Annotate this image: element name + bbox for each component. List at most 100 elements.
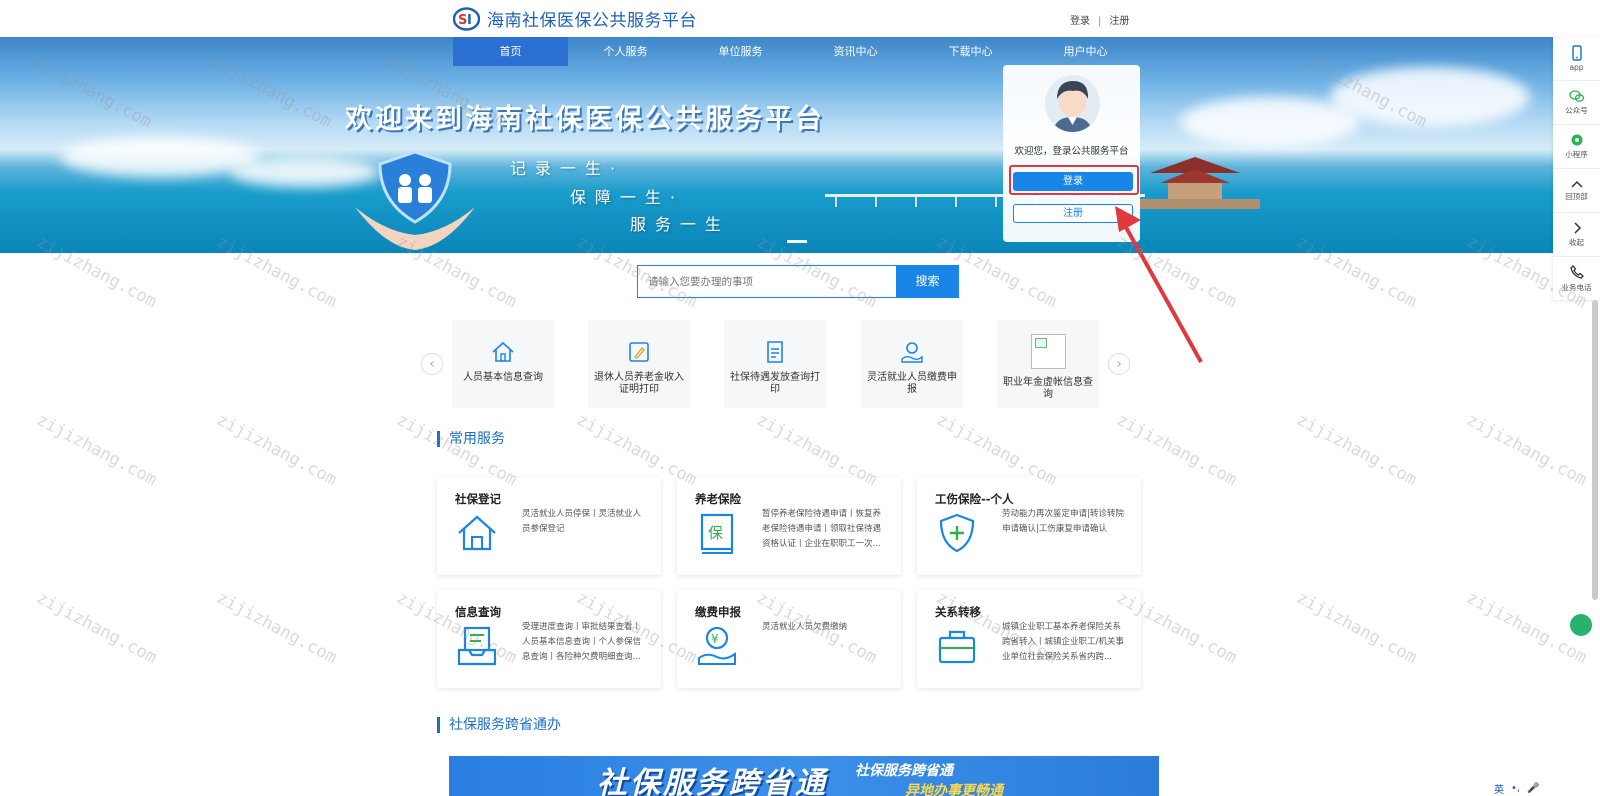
auth-links: 登录 | 注册	[1070, 12, 1129, 27]
quick-service-item[interactable]: 退休人员养老金收入证明打印	[588, 320, 690, 408]
service-card-title: 关系转移	[935, 605, 981, 619]
quick-service-label: 职业年金虚帐信息查询	[1003, 377, 1093, 400]
user-avatar	[1045, 75, 1100, 132]
service-card-title: 缴费申报	[695, 605, 741, 619]
main-nav: 首页 个人服务 单位服务 资讯中心 下载中心 用户中心	[453, 37, 1143, 66]
nav-item-user-center[interactable]: 用户中心	[1028, 37, 1143, 66]
home-icon	[492, 341, 514, 362]
banner-slogan: 保障一生·	[570, 188, 685, 207]
shield-hands-icon	[355, 150, 475, 250]
service-card[interactable]: 关系转移 城镇企业职工基本养老保险关系跨省转入丨城镇企业职工/机关事业单位社会保…	[917, 590, 1141, 688]
toolbar-miniprogram[interactable]: 小程序	[1553, 125, 1600, 169]
watermark: zijizhang.com	[213, 409, 340, 491]
toolbar-hotline[interactable]: 业务电话	[1553, 257, 1600, 301]
banner-title: 欢迎来到海南社保医保公共服务平台	[345, 104, 825, 135]
quick-service-label: 退休人员养老金收入证明打印	[594, 372, 684, 395]
banner-cloud	[1330, 67, 1530, 127]
toolbar-label: 公众号	[1565, 106, 1588, 115]
site-title: 海南社保医保公共服务平台	[487, 11, 697, 31]
header-login-link[interactable]: 登录	[1070, 16, 1090, 27]
auth-separator: |	[1098, 16, 1102, 27]
service-card[interactable]: 工伤保险--个人 劳动能力再次鉴定申请|转诊转院申请确认|工伤康复申请确认	[917, 477, 1141, 575]
side-toolbar: app 公众号 小程序 回顶部 收起 业务电话	[1553, 37, 1600, 301]
ime-punct[interactable]: •,	[1511, 783, 1520, 794]
pension-book-icon: 保	[700, 513, 734, 554]
watermark: zijizhang.com	[213, 587, 340, 669]
service-card-title: 工伤保险--个人	[935, 492, 1014, 506]
phone-call-icon	[1569, 265, 1584, 279]
nav-item-news[interactable]: 资讯中心	[798, 37, 913, 66]
carousel-prev-button[interactable]: ‹	[421, 353, 443, 375]
service-card-desc: 暂停养老保险待遇申请丨恢复养老保险待遇申请丨领取社保待遇资格认证丨企业在职职工一…	[762, 509, 882, 549]
section-title-common-services: 常用服务	[437, 431, 505, 447]
promo-small-text: 异地办事更畅通	[905, 783, 1003, 796]
svg-text:保: 保	[708, 524, 723, 542]
carousel-next-button[interactable]: ›	[1108, 353, 1130, 375]
miniprogram-icon	[1571, 134, 1582, 146]
section-title-cross-province: 社保服务跨省通办	[437, 717, 561, 733]
si-logo-icon: S I	[453, 6, 480, 31]
nav-item-home[interactable]: 首页	[453, 37, 568, 66]
service-card-desc: 受理进度查询丨审批结果查看丨人员基本信息查询丨个人参保信息查询丨各险种欠费明细查…	[522, 622, 642, 662]
quick-service-item[interactable]: 社保待遇发放查询打印	[724, 320, 826, 408]
toolbar-collapse[interactable]: 收起	[1553, 213, 1600, 257]
briefcase-icon	[938, 630, 976, 664]
toolbar-label: 小程序	[1565, 150, 1588, 159]
yuan-hand-icon: ¥	[698, 626, 736, 665]
service-card-title: 社保登记	[455, 492, 501, 506]
nav-item-unit[interactable]: 单位服务	[683, 37, 798, 66]
watermark: zijizhang.com	[1293, 587, 1420, 669]
chevron-up-icon	[1570, 180, 1583, 188]
payment-icon	[901, 342, 923, 363]
document-print-icon	[767, 341, 783, 363]
slide-indicator[interactable]	[787, 240, 807, 243]
inbox-list-icon	[457, 626, 497, 666]
top-header: S I 海南社保医保公共服务平台 登录 | 注册	[0, 0, 1600, 37]
quick-service-item[interactable]: 职业年金虚帐信息查询	[997, 320, 1099, 408]
ime-mic-icon[interactable]: 🎤	[1527, 783, 1539, 794]
toolbar-label: 业务电话	[1561, 283, 1592, 292]
service-card-desc: 城镇企业职工基本养老保险关系跨省转入丨城镇企业职工/机关事业单位社会保险关系省内…	[1002, 622, 1124, 662]
banner-slogan: 记录一生·	[510, 159, 625, 178]
toolbar-wechat[interactable]: 公众号	[1553, 81, 1600, 125]
quick-service-item[interactable]: 灵活就业人员缴费申报	[861, 320, 963, 408]
svg-text:¥: ¥	[711, 632, 719, 646]
search-button[interactable]: 搜索	[896, 265, 959, 298]
shield-plus-icon	[939, 513, 975, 553]
ime-toolbar: 英 •, 🎤	[1494, 780, 1540, 796]
banner-slogan: 服务一生	[630, 215, 731, 234]
wechat-icon	[1568, 90, 1584, 102]
nav-item-download[interactable]: 下载中心	[913, 37, 1028, 66]
search-bar: 搜索	[637, 265, 959, 298]
header-register-link[interactable]: 注册	[1109, 16, 1129, 27]
annotation-arrow-icon	[1115, 206, 1203, 363]
toolbar-app[interactable]: app	[1553, 37, 1600, 81]
svg-text:I: I	[467, 13, 472, 28]
service-card[interactable]: 社保登记 灵活就业人员停保丨灵活就业人员参保登记	[437, 477, 661, 575]
toolbar-back-to-top[interactable]: 回顶部	[1553, 169, 1600, 213]
service-card[interactable]: 缴费申报 ¥ 灵活就业人员欠费缴纳	[677, 590, 901, 688]
chevron-right-icon	[1573, 222, 1581, 234]
quick-service-label: 人员基本信息查询	[463, 372, 543, 383]
house-icon	[458, 515, 496, 551]
service-card-desc: 灵活就业人员停保丨灵活就业人员参保登记	[522, 509, 642, 534]
search-input[interactable]	[637, 265, 896, 298]
cross-province-banner[interactable]: 社保服务跨省通 社保服务跨省通 异地办事更畅通	[449, 756, 1159, 796]
quick-service-item[interactable]: 人员基本信息查询	[452, 320, 554, 408]
service-card[interactable]: 养老保险 保 暂停养老保险待遇申请丨恢复养老保险待遇申请丨领取社保待遇资格认证丨…	[677, 477, 901, 575]
service-card[interactable]: 信息查询 受理进度查询丨审批结果查看丨人员基本信息查询丨个人参保信息查询丨各险种…	[437, 590, 661, 688]
assistant-badge-icon[interactable]	[1570, 614, 1592, 636]
login-welcome-text: 欢迎您，登录公共服务平台	[1014, 146, 1129, 157]
login-button[interactable]: 登录	[1013, 172, 1133, 191]
hero-banner: 首页 个人服务 单位服务 资讯中心 下载中心 用户中心 欢迎来到海南社保医保公共…	[0, 37, 1553, 253]
page-scrollbar[interactable]	[1592, 300, 1598, 600]
promo-small-text: 社保服务跨省通	[855, 763, 953, 779]
service-card-desc: 灵活就业人员欠费缴纳	[762, 622, 848, 632]
ime-lang[interactable]: 英	[1494, 781, 1504, 796]
service-card-title: 养老保险	[695, 492, 741, 506]
toolbar-label: 收起	[1569, 238, 1584, 247]
nav-item-personal[interactable]: 个人服务	[568, 37, 683, 66]
quick-service-label: 社保待遇发放查询打印	[730, 372, 820, 395]
site-logo[interactable]: S I 海南社保医保公共服务平台	[453, 6, 697, 31]
watermark: zijizhang.com	[33, 409, 160, 491]
